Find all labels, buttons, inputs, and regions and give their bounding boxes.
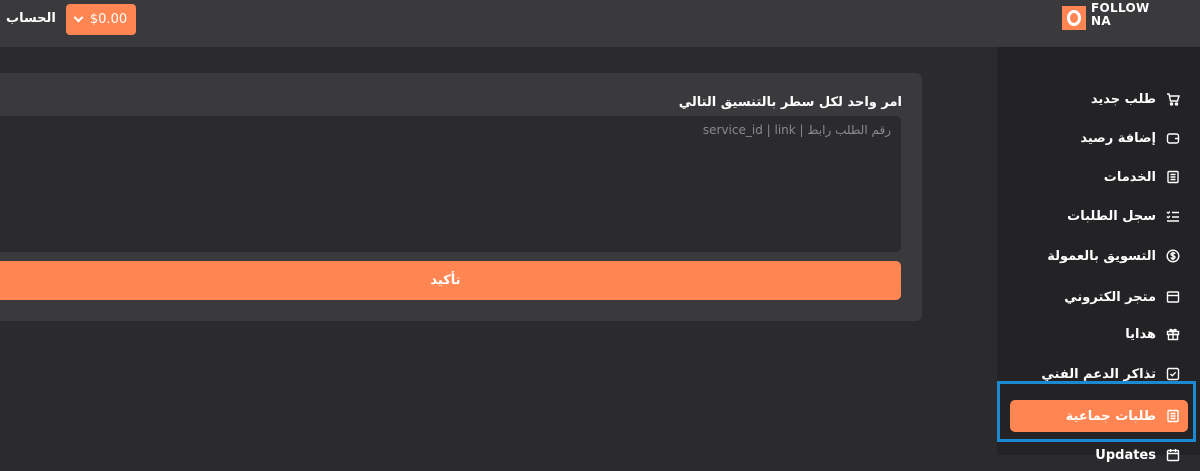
sidebar-item-gifts[interactable]: هدايا (1125, 318, 1180, 350)
sidebar-item-new-order[interactable]: طلب جديد (1091, 83, 1180, 115)
calendar-icon (1166, 449, 1180, 462)
sidebar-item-store[interactable]: متجر الكتروني (1064, 281, 1180, 313)
card-title: امر واحد لكل سطر بالتنسيق التالي (678, 95, 902, 110)
cart-icon (1167, 93, 1180, 106)
sidebar-item-label: هدايا (1125, 326, 1156, 342)
list-icon (1167, 170, 1179, 184)
sidebar-item-orders[interactable]: سجل الطلبات (1067, 200, 1180, 232)
sidebar-item-label: طلب جديد (1090, 91, 1156, 107)
store-icon (1166, 291, 1180, 303)
ticket-check-icon (1166, 367, 1180, 381)
wallet-icon (1166, 133, 1180, 144)
sidebar-item-add-funds[interactable]: إضافة رصيد (1080, 122, 1180, 154)
sidebar-item-label: تذاكر الدعم الفني (1041, 366, 1156, 382)
sidebar-item-label: التسويق بالعمولة (1047, 248, 1156, 264)
sidebar-item-updates[interactable]: Updates (1095, 439, 1180, 471)
checklist-icon (1166, 210, 1179, 222)
list-icon (1167, 409, 1179, 423)
sidebar-item-label: الخدمات (1103, 169, 1156, 185)
gift-icon (1166, 328, 1180, 341)
sidebar-item-label: Updates (1095, 447, 1156, 463)
sidebar-item-label: سجل الطلبات (1067, 208, 1156, 224)
sidebar-item-mass-order[interactable]: طلبات جماعية (1010, 400, 1188, 432)
sidebar-item-tickets[interactable]: تذاكر الدعم الفني (1041, 358, 1180, 390)
sidebar: طلب جديد إضافة رصيد الخدمات سجل الطلبات … (997, 47, 1200, 463)
logo-mark-icon (1062, 6, 1086, 30)
logo-text: FOLLOW NA (1091, 1, 1150, 28)
balance-value: $0.00 (89, 12, 128, 27)
sidebar-item-label: متجر الكتروني (1064, 289, 1156, 305)
logo[interactable]: FOLLOW NA (1062, 1, 1152, 31)
balance-dropdown[interactable]: $0.00 (66, 4, 136, 35)
sidebar-item-label: طلبات جماعية (1065, 408, 1156, 424)
sidebar-item-label: إضافة رصيد (1080, 130, 1156, 146)
sidebar-item-affiliates[interactable]: التسويق بالعمولة (1047, 240, 1180, 272)
mass-order-input[interactable] (0, 116, 901, 252)
dollar-coin-icon (1166, 249, 1180, 263)
mass-order-card: امر واحد لكل سطر بالتنسيق التالي تأكيد (0, 73, 922, 321)
submit-button[interactable]: تأكيد (0, 261, 901, 300)
account-menu[interactable]: الحساب (6, 11, 56, 26)
top-bar: الحساب $0.00 FOLLOW NA (0, 0, 1200, 47)
sidebar-item-services[interactable]: الخدمات (1104, 161, 1180, 193)
chevron-down-icon (73, 12, 84, 23)
